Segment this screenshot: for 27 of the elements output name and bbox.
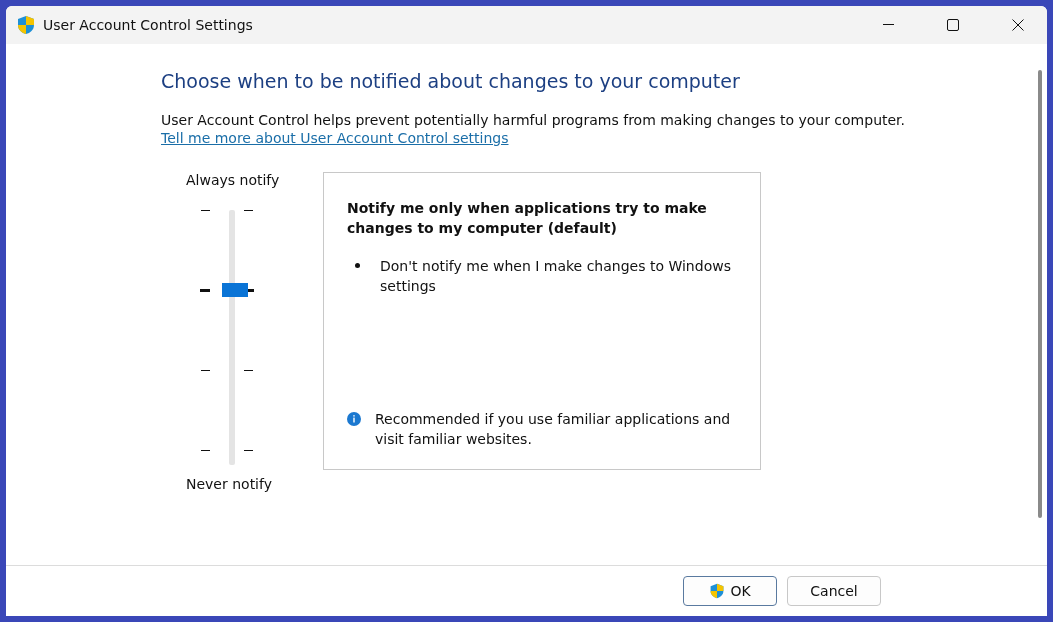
- tick-mark: [201, 450, 210, 451]
- maximize-icon: [947, 19, 959, 31]
- ok-button[interactable]: OK: [683, 576, 777, 606]
- slider-top-label: Always notify: [186, 172, 280, 188]
- cancel-button[interactable]: Cancel: [787, 576, 881, 606]
- bullet-icon: [355, 263, 360, 268]
- close-icon: [1012, 19, 1024, 31]
- slider-bottom-label: Never notify: [186, 476, 272, 492]
- help-link[interactable]: Tell me more about User Account Control settings: [161, 130, 509, 146]
- level-title: Notify me only when applications try to make changes to my computer (default): [347, 199, 708, 238]
- shield-icon: [709, 583, 726, 599]
- bullet-text: Don't notify me when I make changes to Windows settings: [380, 257, 732, 296]
- shield-icon: [16, 15, 36, 35]
- scrollbar-thumb[interactable]: [1038, 70, 1042, 518]
- slider-thumb[interactable]: [222, 282, 248, 297]
- minimize-icon: [882, 24, 894, 26]
- page-heading: Choose when to be notified about changes to your computer: [161, 70, 741, 92]
- tick-mark: [200, 289, 210, 292]
- note-text: Recommended if you use familiar applications and visit familiar websites.: [375, 410, 732, 449]
- info-icon: [347, 409, 361, 429]
- tick-mark: [244, 370, 253, 371]
- tick-mark: [244, 210, 253, 211]
- description-text: User Account Control helps prevent potentially harmful programs from making changes to your computer.: [161, 112, 907, 128]
- tick-mark: [201, 210, 210, 211]
- tick-mark: [201, 370, 210, 371]
- tick-mark: [244, 450, 253, 451]
- window-title: User Account Control Settings: [43, 17, 254, 33]
